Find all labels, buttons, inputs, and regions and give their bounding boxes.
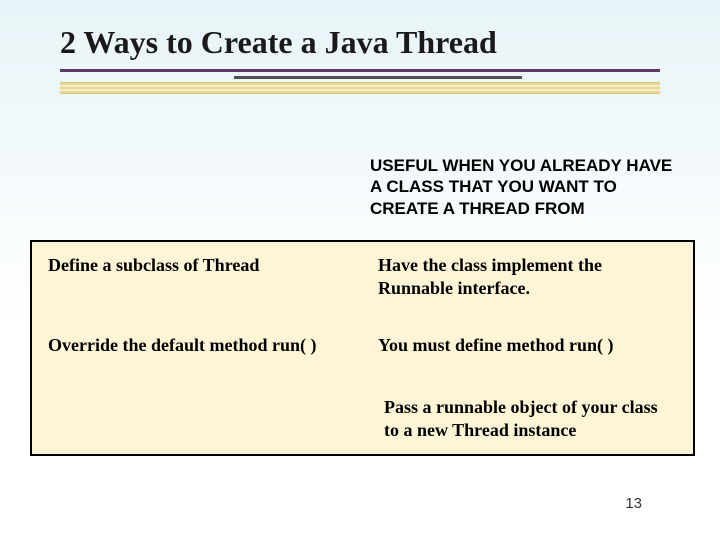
table-row: Define a subclass of Thread — [32, 242, 362, 322]
table-row: Have the class implement the Runnable in… — [362, 242, 693, 322]
gold-band — [60, 82, 660, 94]
title-underline — [60, 69, 660, 94]
purple-rule — [60, 69, 660, 72]
callout-text: USEFUL WHEN YOU ALREADY HAVE A CLASS THA… — [370, 155, 680, 219]
table-row: Override the default method run( ) — [32, 322, 362, 384]
shadow-rule — [234, 76, 522, 79]
comparison-table: Define a subclass of Thread Have the cla… — [30, 240, 695, 456]
title-area: 2 Ways to Create a Java Thread — [0, 0, 720, 94]
table-row: You must define method run( ) — [362, 322, 693, 384]
slide-title: 2 Ways to Create a Java Thread — [60, 24, 660, 61]
page-number: 13 — [625, 495, 642, 512]
table-row: Pass a runnable object of your class to … — [362, 384, 693, 454]
